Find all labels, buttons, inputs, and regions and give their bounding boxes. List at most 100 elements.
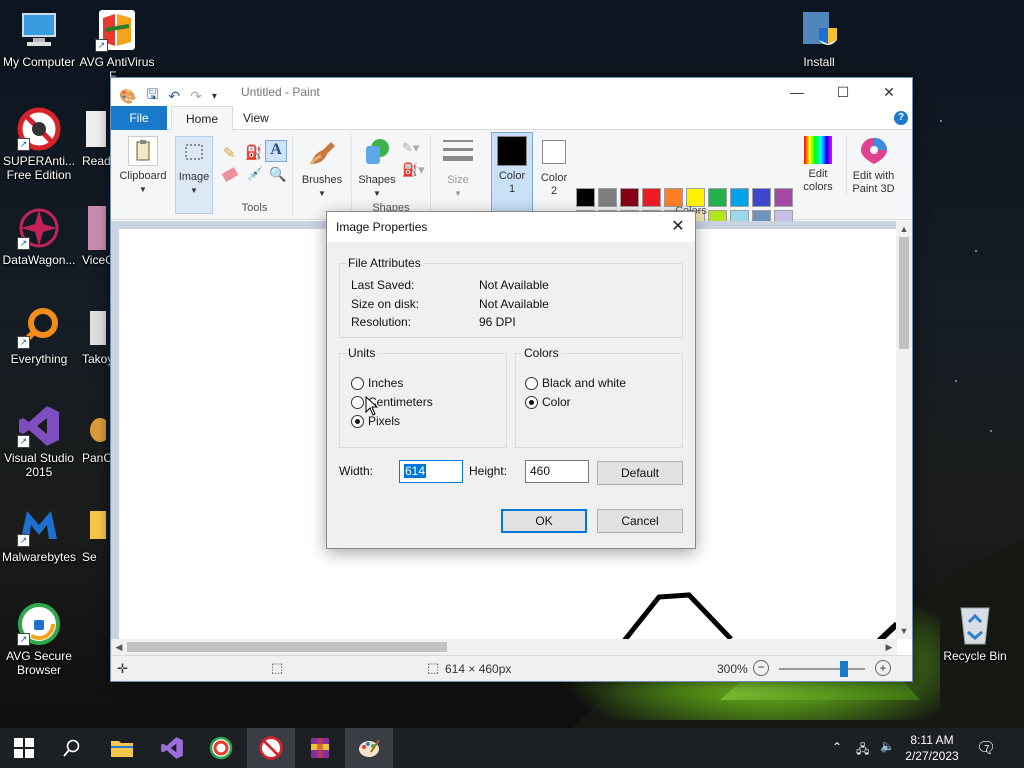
text-icon[interactable]: A (265, 140, 287, 162)
pencil-icon[interactable]: ✎ (223, 144, 236, 162)
zoom-level: 300% (717, 662, 748, 676)
zoom-slider-thumb[interactable] (839, 661, 848, 677)
desktop-icon-superantispyware[interactable]: ↗ SUPERAnti... Free Edition (0, 107, 78, 182)
desktop-icon-takoy[interactable]: Takoy (82, 305, 110, 366)
radio-circle[interactable] (525, 376, 538, 390)
width-field[interactable]: 614 (399, 460, 463, 483)
fill-shape-icon[interactable]: ⛽▾ (402, 162, 425, 178)
tab-view[interactable]: View (229, 106, 283, 130)
start-button[interactable] (0, 728, 48, 768)
desktop-icon-panc[interactable]: PanC (82, 404, 110, 465)
color2-number: 2 (550, 185, 558, 197)
search-button[interactable] (48, 728, 96, 768)
desktop-icon-visual-studio[interactable]: ↗ Visual Studio 2015 (0, 404, 78, 479)
radio-black-and-white[interactable]: Black and white (525, 376, 626, 390)
color2-button[interactable]: Color 2 (535, 132, 573, 198)
desktop-icon-se[interactable]: Se (82, 503, 110, 564)
desktop-icon-label: Readl (82, 154, 110, 168)
redo-icon[interactable]: ↷ (190, 88, 202, 105)
show-hidden-icons[interactable]: ⌃ (832, 740, 842, 754)
desktop-icon-recycle-bin[interactable]: Recycle Bin (936, 602, 1014, 663)
tab-home[interactable]: Home (171, 106, 234, 131)
radio-inches[interactable]: Inches (351, 376, 403, 390)
clipboard-button[interactable]: Clipboard ▼ (115, 136, 171, 196)
desktop-icon-reader[interactable]: Readl (82, 107, 110, 168)
network-icon[interactable]: 🖧 (856, 740, 869, 761)
radio-color[interactable]: Color (525, 395, 571, 409)
image-button[interactable]: Image ▼ (175, 136, 213, 214)
minimize-button[interactable]: — (774, 78, 820, 106)
customize-quick-access-icon[interactable]: ▾ (212, 91, 217, 102)
clock-time[interactable]: 8:11 AM (910, 733, 954, 747)
size-label: Size (447, 174, 469, 186)
desktop-icon-install[interactable]: Install (780, 8, 858, 69)
radio-circle[interactable] (351, 395, 364, 409)
radio-circle[interactable] (351, 376, 364, 390)
close-button[interactable]: ✕ (866, 78, 912, 106)
desktop-icon-malwarebytes[interactable]: ↗ Malwarebytes (0, 503, 78, 564)
vertical-scrollbar[interactable]: ▲ ▼ (896, 221, 912, 639)
zoom-slider[interactable] (779, 661, 865, 677)
image-label: Image (178, 171, 210, 183)
taskbar-paint[interactable] (345, 728, 393, 768)
scroll-right-icon[interactable]: ▶ (881, 639, 897, 655)
radio-circle-selected[interactable] (525, 395, 538, 409)
size-button[interactable]: Size ▼ (435, 136, 481, 200)
shortcut-arrow-icon: ↗ (17, 237, 30, 250)
magnifier-icon[interactable]: 🔍 (269, 166, 286, 183)
eraser-icon[interactable] (221, 167, 239, 182)
notifications-button[interactable]: 🗨 7 (976, 738, 996, 758)
scroll-up-icon[interactable]: ▲ (896, 221, 912, 237)
volume-icon[interactable]: 🔈 (880, 739, 895, 753)
zoom-in-icon[interactable]: + (875, 660, 891, 676)
chevron-down-icon: ▼ (139, 185, 147, 194)
edit-paint3d-button[interactable]: Edit with Paint 3D (846, 136, 900, 196)
edit-paint3d-label: Edit with Paint 3D (852, 170, 895, 195)
save-icon[interactable]: 🖫 (146, 84, 158, 108)
everything-search-icon: ↗ (17, 305, 61, 349)
taskbar-visual-studio[interactable] (148, 728, 196, 768)
maximize-button[interactable]: ☐ (820, 78, 866, 106)
default-button[interactable]: Default (597, 461, 683, 485)
colors-legend: Colors (524, 346, 559, 360)
help-icon[interactable]: ? (894, 111, 908, 125)
desktop-icon-avg-antivirus[interactable]: ↗ AVG AntiVirus F... (78, 8, 156, 83)
desktop-icon-avg-secure-browser[interactable]: ↗ AVG Secure Browser (0, 602, 78, 677)
height-field[interactable]: 460 (525, 460, 589, 483)
taskbar-winrar[interactable] (296, 728, 344, 768)
radio-centimeters[interactable]: Centimeters (351, 395, 433, 409)
scroll-down-icon[interactable]: ▼ (896, 623, 912, 639)
desktop-icon-my-computer[interactable]: My Computer (0, 8, 78, 69)
undo-icon[interactable]: ↶ (168, 88, 180, 105)
taskbar-superantispyware[interactable] (247, 728, 295, 768)
desktop-icon-label: Install (803, 55, 835, 69)
outline-icon[interactable]: ✎▾ (402, 140, 419, 156)
color2-swatch (542, 140, 566, 164)
tab-file[interactable]: File (111, 106, 167, 130)
fill-icon[interactable]: ⛽ (245, 144, 262, 161)
desktop-icon-label: DataWagon... (2, 253, 76, 267)
desktop-icon-datawagon[interactable]: ↗ DataWagon... (0, 206, 78, 267)
horizontal-scroll-thumb[interactable] (127, 642, 447, 652)
clock-date[interactable]: 2/27/2023 (904, 749, 960, 763)
visual-studio-icon (161, 737, 183, 759)
color1-button[interactable]: Color 1 (491, 132, 533, 214)
horizontal-scrollbar[interactable]: ◀ ▶ (111, 639, 897, 655)
shapes-button[interactable]: Shapes ▼ (356, 136, 398, 200)
zoom-out-icon[interactable]: − (753, 660, 769, 676)
desktop-icon-everything[interactable]: ↗ Everything (0, 305, 78, 366)
vertical-scroll-thumb[interactable] (899, 237, 909, 349)
taskbar-file-explorer[interactable] (98, 728, 146, 768)
taskbar-avg-browser[interactable] (197, 728, 245, 768)
cancel-button[interactable]: Cancel (597, 509, 683, 533)
chevron-down-icon: ▼ (373, 189, 381, 198)
color-label: Color (542, 395, 571, 409)
dialog-close-button[interactable]: ✕ (661, 212, 695, 242)
edit-colors-button[interactable]: Edit colors (796, 136, 840, 194)
radio-circle-selected[interactable] (351, 414, 364, 428)
scroll-left-icon[interactable]: ◀ (111, 639, 127, 655)
ok-button[interactable]: OK (501, 509, 587, 533)
brushes-button[interactable]: Brushes ▼ (297, 136, 347, 200)
desktop-icon-vicec[interactable]: ViceC (82, 206, 110, 267)
color-picker-icon[interactable]: 💉 (247, 166, 263, 182)
